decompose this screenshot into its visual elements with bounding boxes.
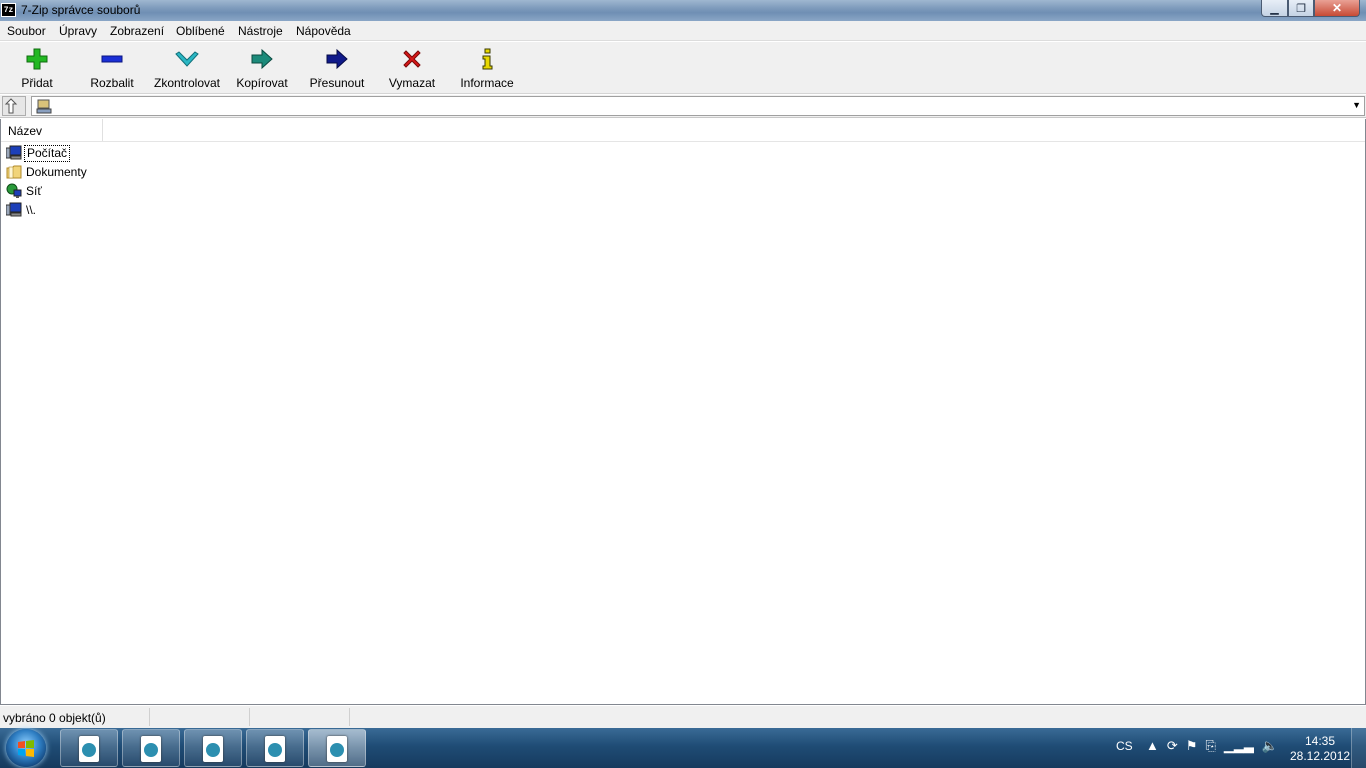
taskbar-app-3[interactable] xyxy=(184,729,242,767)
taskbar-app-5[interactable] xyxy=(308,729,366,767)
document-icon xyxy=(327,736,347,762)
address-field[interactable]: ▼ xyxy=(31,96,1365,116)
list-item[interactable]: Síť xyxy=(6,182,44,200)
copy-button[interactable]: Kopírovat xyxy=(226,44,298,92)
menu-upravy[interactable]: Úpravy xyxy=(59,24,97,38)
test-label: Zkontrolovat xyxy=(153,76,221,90)
taskbar-app-4[interactable] xyxy=(246,729,304,767)
clock-time: 14:35 xyxy=(1304,734,1336,748)
computer-icon xyxy=(36,99,52,114)
menu-zobrazeni[interactable]: Zobrazení xyxy=(110,24,164,38)
document-icon xyxy=(265,736,285,762)
clock[interactable]: 14:35 28.12.2012 xyxy=(1290,734,1350,764)
status-bar: vybráno 0 objekt(ů) xyxy=(0,706,1366,728)
list-item-label: Dokumenty xyxy=(26,164,87,179)
menu-bar: Soubor Úpravy Zobrazení Oblíbené Nástroj… xyxy=(0,21,1366,41)
extract-label: Rozbalit xyxy=(90,76,134,90)
refresh-icon[interactable]: ⟳ xyxy=(1167,738,1178,754)
delete-label: Vymazat xyxy=(388,76,436,90)
start-button[interactable] xyxy=(6,729,46,767)
status-cell-3 xyxy=(250,708,350,726)
arrow-right-navy-icon xyxy=(326,48,348,70)
add-button[interactable]: Přidat xyxy=(1,44,73,92)
list-item[interactable]: Počítač xyxy=(6,144,71,162)
info-button[interactable]: Informace xyxy=(451,44,523,92)
toolbar: Přidat Rozbalit Zkontrolovat Kopírovat P… xyxy=(0,42,1366,94)
folder-icon xyxy=(6,165,22,179)
action-center-flag-icon[interactable]: ⚑ xyxy=(1186,738,1198,754)
document-icon xyxy=(141,736,161,762)
status-selected: vybráno 0 objekt(ů) xyxy=(0,708,150,726)
list-item-label: Počítač xyxy=(24,144,71,162)
up-folder-button[interactable] xyxy=(2,96,26,116)
menu-soubor[interactable]: Soubor xyxy=(7,24,46,38)
document-icon xyxy=(79,736,99,762)
extract-button[interactable]: Rozbalit xyxy=(76,44,148,92)
delete-button[interactable]: Vymazat xyxy=(376,44,448,92)
info-icon xyxy=(482,48,493,70)
menu-napoveda[interactable]: Nápověda xyxy=(296,24,351,38)
language-indicator[interactable]: CS xyxy=(1116,739,1133,753)
clock-date: 28.12.2012 xyxy=(1290,749,1351,763)
delete-x-icon xyxy=(403,50,421,68)
column-name[interactable]: Název xyxy=(1,119,103,141)
usb-device-icon[interactable]: ⎘ xyxy=(1205,738,1215,754)
windows-logo-icon xyxy=(18,740,34,757)
taskbar-app-1[interactable] xyxy=(60,729,118,767)
system-tray: ▲ ⟳ ⚑ ⎘ ▁▂▃ 🔈 xyxy=(1146,738,1278,754)
network-icon xyxy=(6,183,22,198)
minimize-button[interactable]: ▁ xyxy=(1261,0,1288,17)
menu-nastroje[interactable]: Nástroje xyxy=(238,24,283,38)
plus-icon xyxy=(26,48,48,70)
move-button[interactable]: Přesunout xyxy=(301,44,373,92)
test-button[interactable]: Zkontrolovat xyxy=(151,44,223,92)
column-header: Název xyxy=(1,119,1365,142)
window-controls: ▁ ❐ ✕ xyxy=(1261,0,1360,18)
menu-oblibene[interactable]: Oblíbené xyxy=(176,24,225,38)
close-button[interactable]: ✕ xyxy=(1314,0,1360,17)
address-bar: ▼ xyxy=(0,95,1366,118)
check-icon xyxy=(175,51,199,67)
list-item[interactable]: \\. xyxy=(6,201,38,219)
taskbar-app-2[interactable] xyxy=(122,729,180,767)
list-item-label: Síť xyxy=(26,183,42,198)
move-label: Přesunout xyxy=(309,76,365,90)
copy-label: Kopírovat xyxy=(236,76,288,90)
add-label: Přidat xyxy=(21,76,53,90)
list-item-label: \\. xyxy=(26,202,37,217)
computer-icon xyxy=(6,202,22,217)
taskbar: CS ▲ ⟳ ⚑ ⎘ ▁▂▃ 🔈 14:35 28.12.2012 xyxy=(0,728,1366,768)
folder-up-icon xyxy=(4,98,18,114)
restore-icon: ❐ xyxy=(1296,2,1306,15)
info-label: Informace xyxy=(460,76,514,90)
file-list[interactable]: Název Počítač Dokumenty Síť \\. xyxy=(0,119,1366,705)
window-title: 7-Zip správce souborů xyxy=(21,3,141,17)
status-cell-2 xyxy=(150,708,250,726)
document-icon xyxy=(203,736,223,762)
close-icon: ✕ xyxy=(1331,1,1343,15)
arrow-right-teal-icon xyxy=(251,48,273,70)
minus-icon xyxy=(101,55,123,63)
show-desktop-button[interactable] xyxy=(1351,728,1366,768)
chevron-down-icon[interactable]: ▼ xyxy=(1352,100,1361,110)
minimize-icon: ▁ xyxy=(1270,2,1279,15)
title-bar[interactable]: 7z 7-Zip správce souborů ▁ ❐ ✕ xyxy=(0,0,1366,21)
volume-icon[interactable]: 🔈 xyxy=(1262,738,1278,754)
signal-strength-icon[interactable]: ▁▂▃ xyxy=(1224,738,1254,754)
show-hidden-icons-icon[interactable]: ▲ xyxy=(1146,738,1159,754)
computer-icon xyxy=(6,145,22,160)
list-item[interactable]: Dokumenty xyxy=(6,163,89,181)
app-icon[interactable]: 7z xyxy=(1,3,16,17)
maximize-button[interactable]: ❐ xyxy=(1288,0,1314,17)
